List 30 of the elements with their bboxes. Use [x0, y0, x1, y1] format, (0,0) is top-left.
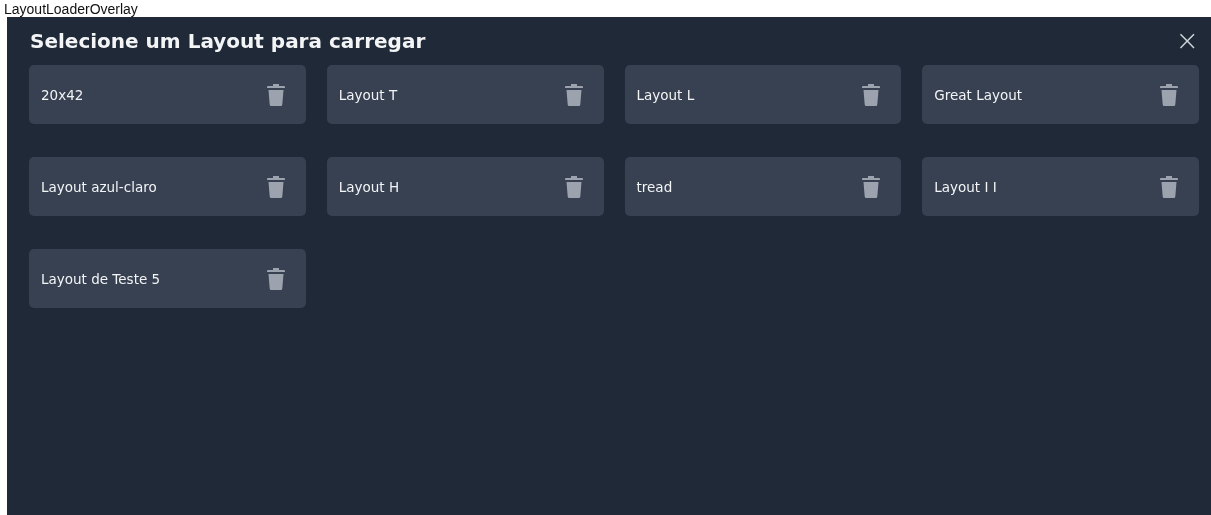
- dialog-title: Selecione um Layout para carregar: [30, 29, 426, 53]
- layout-card[interactable]: Layout T: [326, 65, 604, 124]
- layout-card[interactable]: Layout de Teste 5: [29, 249, 306, 308]
- trash-icon[interactable]: [266, 83, 285, 106]
- trash-icon[interactable]: [1160, 83, 1178, 106]
- trash-icon[interactable]: [266, 267, 285, 290]
- trash-icon[interactable]: [564, 83, 583, 106]
- layout-card[interactable]: Great Layout: [922, 65, 1199, 124]
- layout-card[interactable]: tread: [624, 157, 902, 216]
- close-button[interactable]: ×: [1175, 27, 1199, 55]
- layout-card[interactable]: Layout L: [624, 65, 902, 124]
- layout-card[interactable]: Layout azul-claro: [29, 157, 306, 216]
- layout-card[interactable]: Layout I I: [922, 157, 1199, 216]
- layout-card[interactable]: 20x42: [29, 65, 306, 124]
- layout-name: Layout H: [338, 178, 400, 195]
- layout-card[interactable]: Layout H: [326, 157, 604, 216]
- layout-name: tread: [636, 178, 673, 195]
- trash-icon[interactable]: [1160, 175, 1178, 198]
- trash-icon[interactable]: [862, 83, 881, 106]
- trash-icon[interactable]: [862, 175, 881, 198]
- layout-name: 20x42: [41, 86, 84, 103]
- layout-name: Layout de Teste 5: [41, 270, 161, 287]
- layout-name: Great Layout: [934, 86, 1023, 103]
- component-caption: LayoutLoaderOverlay: [4, 0, 138, 17]
- layout-name: Layout L: [636, 86, 695, 103]
- layout-name: Layout azul-claro: [41, 178, 157, 195]
- layout-name: Layout T: [338, 86, 398, 103]
- layout-name: Layout I I: [934, 178, 997, 195]
- trash-icon[interactable]: [266, 175, 285, 198]
- trash-icon[interactable]: [564, 175, 583, 198]
